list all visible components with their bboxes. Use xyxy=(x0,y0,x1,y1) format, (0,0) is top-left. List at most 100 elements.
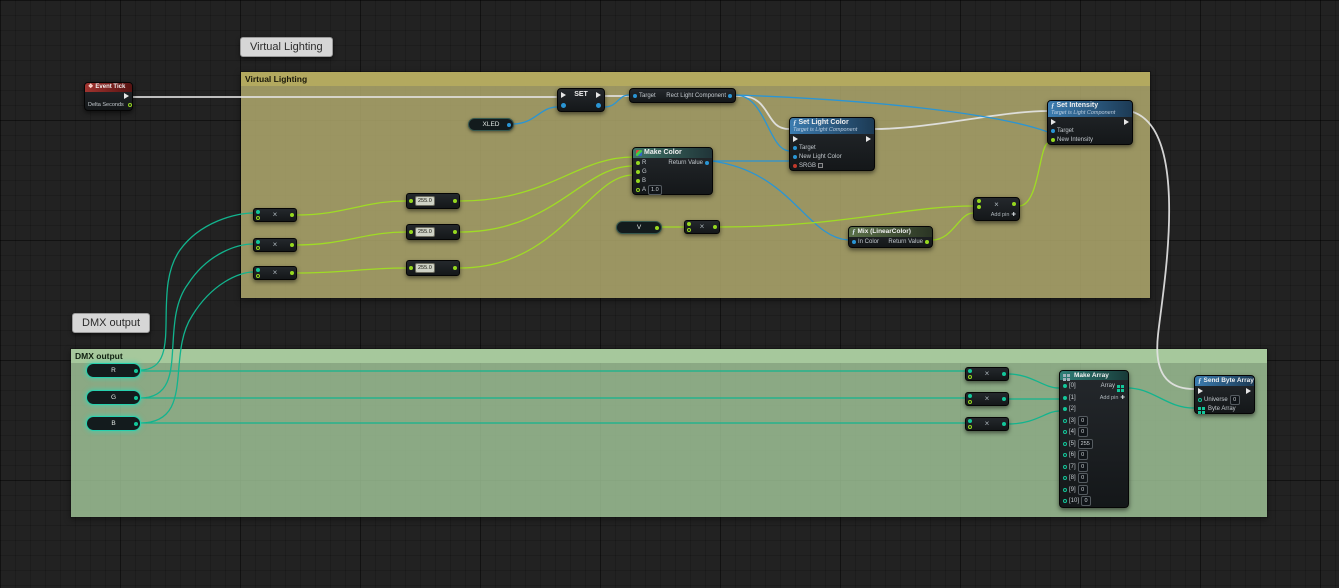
in-pin[interactable] xyxy=(409,199,413,203)
universe-pin[interactable] xyxy=(1198,398,1202,402)
node-divide-255-g[interactable]: 255.0 xyxy=(406,224,460,240)
comment-dmx-output-header[interactable]: DMX output xyxy=(71,349,1267,363)
in-b-pin[interactable] xyxy=(977,205,981,209)
variable-out-pin[interactable] xyxy=(134,396,138,400)
new-intensity-pin[interactable] xyxy=(1051,138,1055,142)
value-in-pin[interactable] xyxy=(561,103,566,108)
elem-1-pin[interactable] xyxy=(1063,396,1067,400)
r-in-pin[interactable] xyxy=(636,161,640,165)
node-make-array[interactable]: Make Array [0] Array [1] Add pin ✚ [2] [… xyxy=(1059,370,1129,508)
elem-value-field[interactable]: 0 xyxy=(1078,416,1088,426)
elem-2-pin[interactable] xyxy=(1063,407,1067,411)
elem-8-pin[interactable] xyxy=(1063,476,1067,480)
out-pin[interactable] xyxy=(1012,202,1016,206)
exec-in-pin[interactable] xyxy=(1051,119,1056,125)
value-field[interactable]: 255.0 xyxy=(415,196,435,206)
node-divide-255-b[interactable]: 255.0 xyxy=(406,260,460,276)
in-color-pin[interactable] xyxy=(852,240,856,244)
out-pin[interactable] xyxy=(453,266,457,270)
node-set-light-color[interactable]: ƒ Set Light Color Target is Light Compon… xyxy=(789,117,875,171)
node-multiply-v[interactable]: × xyxy=(684,220,720,234)
comment-virtual-lighting-header[interactable]: Virtual Lighting xyxy=(241,72,1150,86)
elem-value-field[interactable]: 0 xyxy=(1078,485,1088,495)
elem-value-field[interactable]: 0 xyxy=(1078,462,1088,472)
out-pin[interactable] xyxy=(453,230,457,234)
node-multiply-g[interactable]: × xyxy=(253,238,297,252)
node-make-color[interactable]: Make Color R Return Value G B A 1.0 xyxy=(632,147,713,195)
exec-out-pin[interactable] xyxy=(596,92,601,98)
out-pin[interactable] xyxy=(290,213,294,217)
out-pin[interactable] xyxy=(1002,422,1006,426)
exec-out-pin[interactable] xyxy=(1246,388,1251,394)
node-set-intensity[interactable]: ƒ Set Intensity Target is Light Componen… xyxy=(1047,100,1133,145)
out-pin[interactable] xyxy=(453,199,457,203)
a-in-pin[interactable] xyxy=(636,188,640,192)
variable-out-pin[interactable] xyxy=(134,369,138,373)
value-field[interactable]: 255.0 xyxy=(415,263,435,273)
elem-7-pin[interactable] xyxy=(1063,465,1067,469)
node-dmx-multiply-g[interactable]: × xyxy=(965,392,1009,406)
exec-in-pin[interactable] xyxy=(1198,388,1203,394)
node-rect-light-component[interactable]: Target Rect Light Component xyxy=(629,88,736,103)
byte-array-pin[interactable] xyxy=(1198,407,1201,410)
elem-value-field[interactable]: 0 xyxy=(1078,427,1088,437)
elem-value-field[interactable]: 0 xyxy=(1081,496,1091,506)
variable-out-pin[interactable] xyxy=(507,123,511,127)
node-multiply-addpin[interactable]: × Add pin ✚ xyxy=(973,197,1020,221)
add-pin-icon[interactable]: ✚ xyxy=(1120,395,1125,401)
a-value-field[interactable]: 1.0 xyxy=(648,185,662,195)
array-out-pin[interactable] xyxy=(1117,385,1120,388)
exec-in-pin[interactable] xyxy=(561,92,566,98)
target-in-pin[interactable] xyxy=(793,146,797,150)
node-send-byte-array[interactable]: ƒ Send Byte Array Universe 0 Byte Array xyxy=(1194,375,1255,414)
elem-0-pin[interactable] xyxy=(1063,384,1067,388)
exec-out-pin[interactable] xyxy=(866,136,871,142)
elem-value-field[interactable]: 0 xyxy=(1078,450,1088,460)
out-pin[interactable] xyxy=(290,271,294,275)
out-pin[interactable] xyxy=(1002,372,1006,376)
node-multiply-r[interactable]: × xyxy=(253,208,297,222)
g-in-pin[interactable] xyxy=(636,170,640,174)
elem-3-pin[interactable] xyxy=(1063,419,1067,423)
elem-value-field[interactable]: 0 xyxy=(1078,473,1088,483)
return-value-pin[interactable] xyxy=(925,240,929,244)
elem-10-pin[interactable] xyxy=(1063,499,1067,503)
new-light-color-pin[interactable] xyxy=(793,155,797,159)
variable-b[interactable]: B xyxy=(86,416,141,431)
add-pin-label[interactable]: Add pin xyxy=(1100,395,1119,401)
variable-xled[interactable]: XLED xyxy=(468,118,514,131)
variable-out-pin[interactable] xyxy=(655,226,659,230)
delta-seconds-pin[interactable] xyxy=(128,103,132,107)
node-divide-255-r[interactable]: 255.0 xyxy=(406,193,460,209)
variable-g[interactable]: G xyxy=(86,390,141,405)
node-event-tick[interactable]: ❖ Event Tick Delta Seconds xyxy=(84,82,133,111)
exec-out-pin[interactable] xyxy=(1124,119,1129,125)
out-pin[interactable] xyxy=(713,225,717,229)
universe-value-field[interactable]: 0 xyxy=(1230,395,1240,405)
blueprint-canvas[interactable]: Virtual Lighting DMX output xyxy=(0,0,1339,588)
elem-5-pin[interactable] xyxy=(1063,442,1067,446)
node-multiply-b[interactable]: × xyxy=(253,266,297,280)
component-out-pin[interactable] xyxy=(728,94,732,98)
b-in-pin[interactable] xyxy=(636,179,640,183)
elem-4-pin[interactable] xyxy=(1063,430,1067,434)
srgb-pin[interactable] xyxy=(793,164,797,168)
node-set-xled[interactable]: SET xyxy=(557,88,605,112)
target-in-pin[interactable] xyxy=(633,94,637,98)
target-in-pin[interactable] xyxy=(1051,129,1055,133)
node-dmx-multiply-r[interactable]: × xyxy=(965,367,1009,381)
srgb-checkbox[interactable] xyxy=(818,163,823,168)
value-field[interactable]: 255.0 xyxy=(415,227,435,237)
in-pin[interactable] xyxy=(409,266,413,270)
add-pin-label[interactable]: Add pin xyxy=(991,212,1010,218)
out-pin[interactable] xyxy=(1002,397,1006,401)
node-dmx-multiply-b[interactable]: × xyxy=(965,417,1009,431)
return-value-pin[interactable] xyxy=(705,161,709,165)
in-pin[interactable] xyxy=(409,230,413,234)
elem-9-pin[interactable] xyxy=(1063,488,1067,492)
elem-value-field[interactable]: 255 xyxy=(1078,439,1093,449)
out-pin[interactable] xyxy=(290,243,294,247)
exec-out-pin[interactable] xyxy=(124,93,129,99)
in-a-pin[interactable] xyxy=(977,199,981,203)
add-pin-icon[interactable]: ✚ xyxy=(1011,212,1016,218)
